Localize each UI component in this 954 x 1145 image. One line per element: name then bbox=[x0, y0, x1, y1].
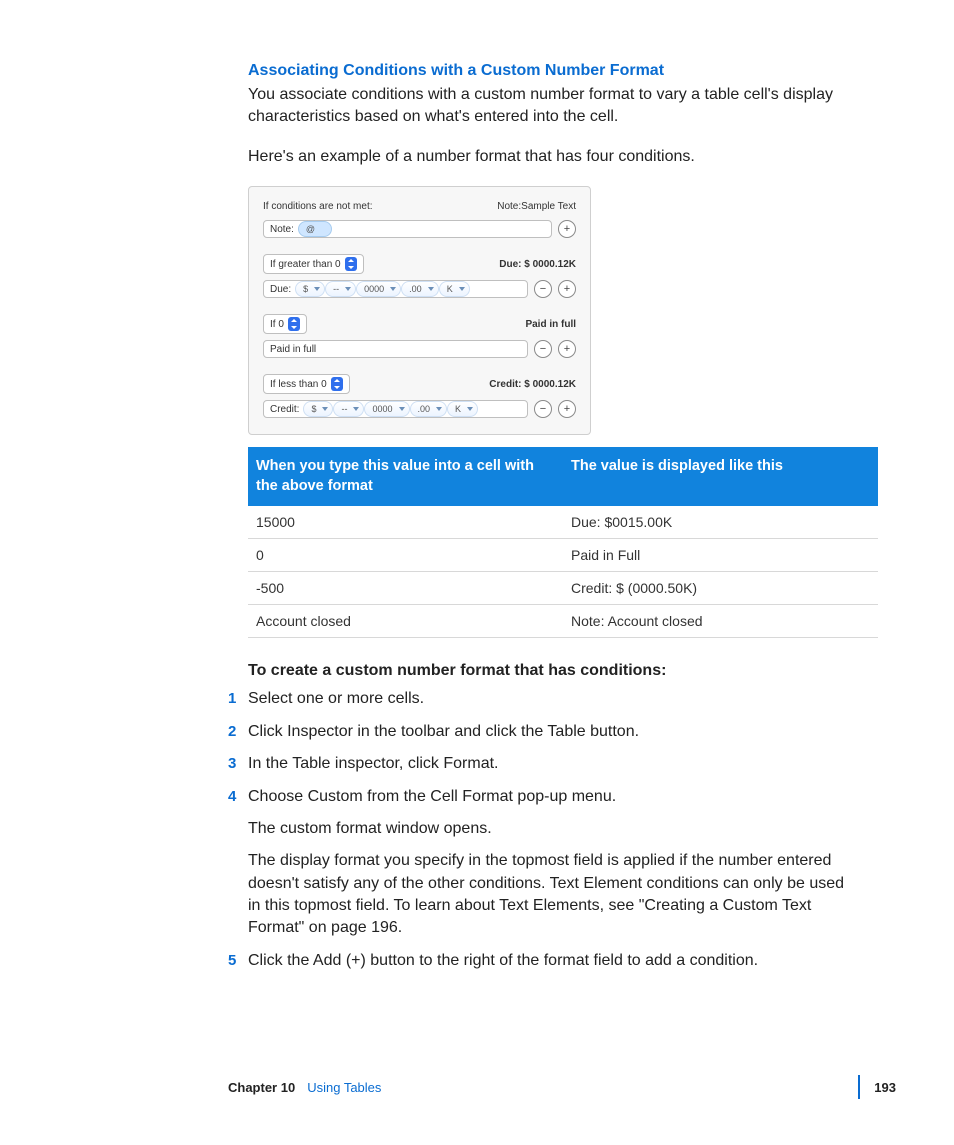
intro-paragraph-2: Here's an example of a number format tha… bbox=[248, 146, 846, 168]
add-icon[interactable]: + bbox=[558, 280, 576, 298]
step-4-note-2: The display format you specify in the to… bbox=[248, 850, 846, 940]
table-head-input: When you type this value into a cell wit… bbox=[248, 447, 563, 506]
condition-1-select[interactable]: If greater than 0 bbox=[263, 254, 364, 274]
remove-icon[interactable]: − bbox=[534, 280, 552, 298]
condition-2-preview: Paid in full bbox=[525, 319, 576, 330]
format-conditions-figure: If conditions are not met: Note:Sample T… bbox=[248, 186, 591, 435]
step-3: In the Table inspector, click Format. bbox=[248, 753, 846, 775]
token-scale[interactable]: K bbox=[439, 281, 470, 297]
footer-chapter-label: Chapter 10 bbox=[228, 1080, 295, 1095]
figure-top-right-label: Note:Sample Text bbox=[497, 201, 576, 212]
token-scale[interactable]: K bbox=[447, 401, 478, 417]
table-row: Account closed Note: Account closed bbox=[248, 605, 878, 638]
at-token[interactable]: @ bbox=[298, 221, 332, 237]
steps-list: Select one or more cells. Click Inspecto… bbox=[248, 688, 846, 972]
step-5: Click the Add (+) button to the right of… bbox=[248, 950, 846, 972]
table-head-output: The value is displayed like this bbox=[563, 447, 878, 506]
add-icon[interactable]: + bbox=[558, 340, 576, 358]
remove-icon[interactable]: − bbox=[534, 340, 552, 358]
figure-top-left-label: If conditions are not met: bbox=[263, 201, 373, 212]
step-1: Select one or more cells. bbox=[248, 688, 846, 710]
step-4: Choose Custom from the Cell Format pop-u… bbox=[248, 786, 846, 940]
intro-paragraph-1: You associate conditions with a custom n… bbox=[248, 84, 846, 128]
token-dash[interactable]: -- bbox=[325, 281, 356, 297]
token-currency[interactable]: $ bbox=[303, 401, 333, 417]
condition-3-preview: Credit: $ 0000.12K bbox=[489, 379, 576, 390]
table-row: 0 Paid in Full bbox=[248, 539, 878, 572]
remove-icon[interactable]: − bbox=[534, 400, 552, 418]
condition-2-format-field[interactable]: Paid in full bbox=[263, 340, 528, 358]
condition-3-format-field[interactable]: Credit: $ -- 0000 .00 K bbox=[263, 400, 528, 418]
step-2: Click Inspector in the toolbar and click… bbox=[248, 721, 846, 743]
step-4-note-1: The custom format window opens. bbox=[248, 818, 846, 840]
page-footer: Chapter 10 Using Tables 193 bbox=[228, 1075, 896, 1099]
token-currency[interactable]: $ bbox=[295, 281, 325, 297]
add-icon[interactable]: + bbox=[558, 220, 576, 238]
token-decimal[interactable]: .00 bbox=[401, 281, 439, 297]
example-results-table: When you type this value into a cell wit… bbox=[248, 447, 878, 638]
token-integer[interactable]: 0000 bbox=[356, 281, 401, 297]
condition-2-select[interactable]: If 0 bbox=[263, 314, 307, 334]
condition-3-prefix: Credit: bbox=[270, 404, 299, 415]
footer-page-number: 193 bbox=[874, 1080, 896, 1095]
token-decimal[interactable]: .00 bbox=[410, 401, 448, 417]
token-integer[interactable]: 0000 bbox=[364, 401, 409, 417]
note-format-field[interactable]: Note: @ bbox=[263, 220, 552, 238]
condition-1-prefix: Due: bbox=[270, 284, 291, 295]
steps-heading: To create a custom number format that ha… bbox=[248, 662, 846, 680]
table-row: -500 Credit: $ (0000.50K) bbox=[248, 572, 878, 605]
token-dash[interactable]: -- bbox=[333, 401, 364, 417]
condition-1-format-field[interactable]: Due: $ -- 0000 .00 K bbox=[263, 280, 528, 298]
condition-1-preview: Due: $ 0000.12K bbox=[499, 259, 576, 270]
note-prefix: Note: bbox=[270, 224, 294, 235]
section-heading: Associating Conditions with a Custom Num… bbox=[248, 62, 846, 80]
add-icon[interactable]: + bbox=[558, 400, 576, 418]
condition-3-select[interactable]: If less than 0 bbox=[263, 374, 350, 394]
table-row: 15000 Due: $0015.00K bbox=[248, 506, 878, 539]
footer-chapter-title: Using Tables bbox=[307, 1080, 381, 1095]
footer-divider bbox=[858, 1075, 860, 1099]
